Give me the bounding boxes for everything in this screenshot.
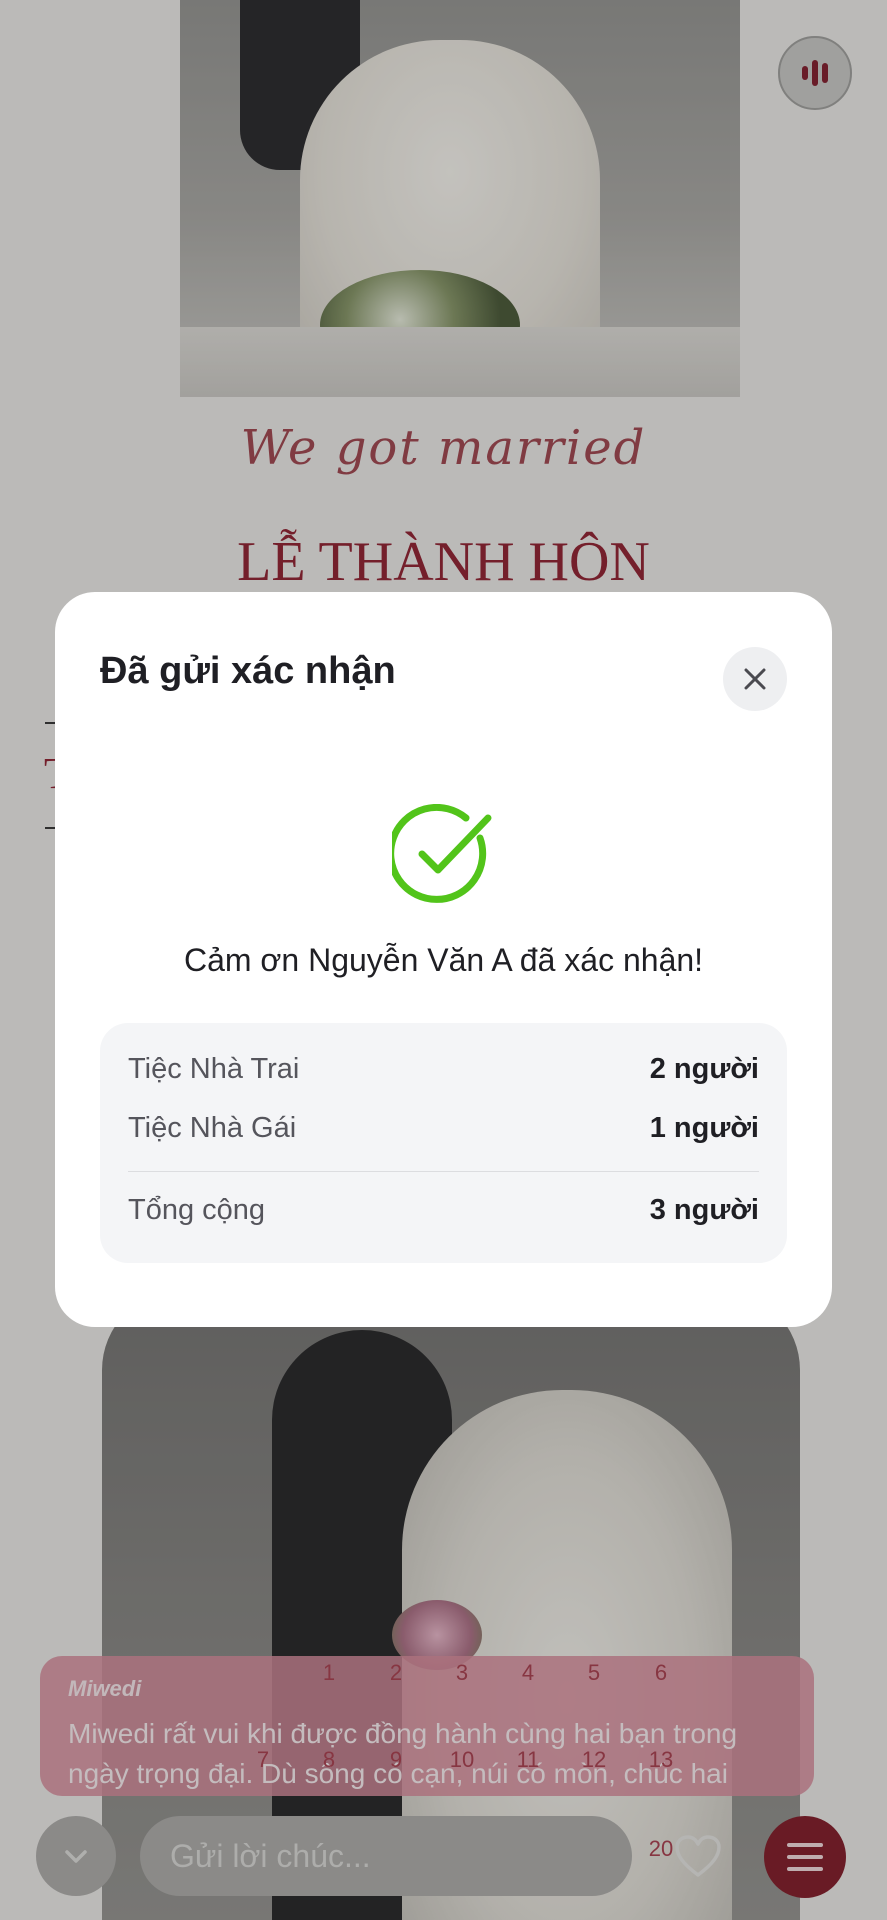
summary-label: Tiệc Nhà Gái <box>128 1112 297 1144</box>
summary-value: 1 người <box>649 1112 759 1144</box>
summary-label: Tiệc Nhà Trai <box>128 1053 300 1085</box>
guest-summary: Tiệc Nhà Trai 2 người Tiệc Nhà Gái 1 ngư… <box>100 1023 787 1263</box>
close-icon <box>744 668 766 690</box>
summary-row-total: Tổng cộng 3 người <box>128 1194 759 1227</box>
summary-row-bride: Tiệc Nhà Gái 1 người <box>128 1112 759 1145</box>
check-circle-icon <box>392 804 492 903</box>
modal-title: Đã gửi xác nhận <box>100 650 396 692</box>
summary-value: 2 người <box>649 1053 759 1085</box>
summary-divider <box>128 1171 759 1172</box>
confirmation-modal: Đã gửi xác nhận Cảm ơn Nguyễn Văn A đã x… <box>55 592 832 1327</box>
close-button[interactable] <box>723 647 787 711</box>
total-label: Tổng cộng <box>128 1194 266 1226</box>
thanks-message: Cảm ơn Nguyễn Văn A đã xác nhận! <box>183 942 704 978</box>
summary-row-groom: Tiệc Nhà Trai 2 người <box>128 1053 759 1086</box>
total-value: 3 người <box>649 1194 759 1226</box>
